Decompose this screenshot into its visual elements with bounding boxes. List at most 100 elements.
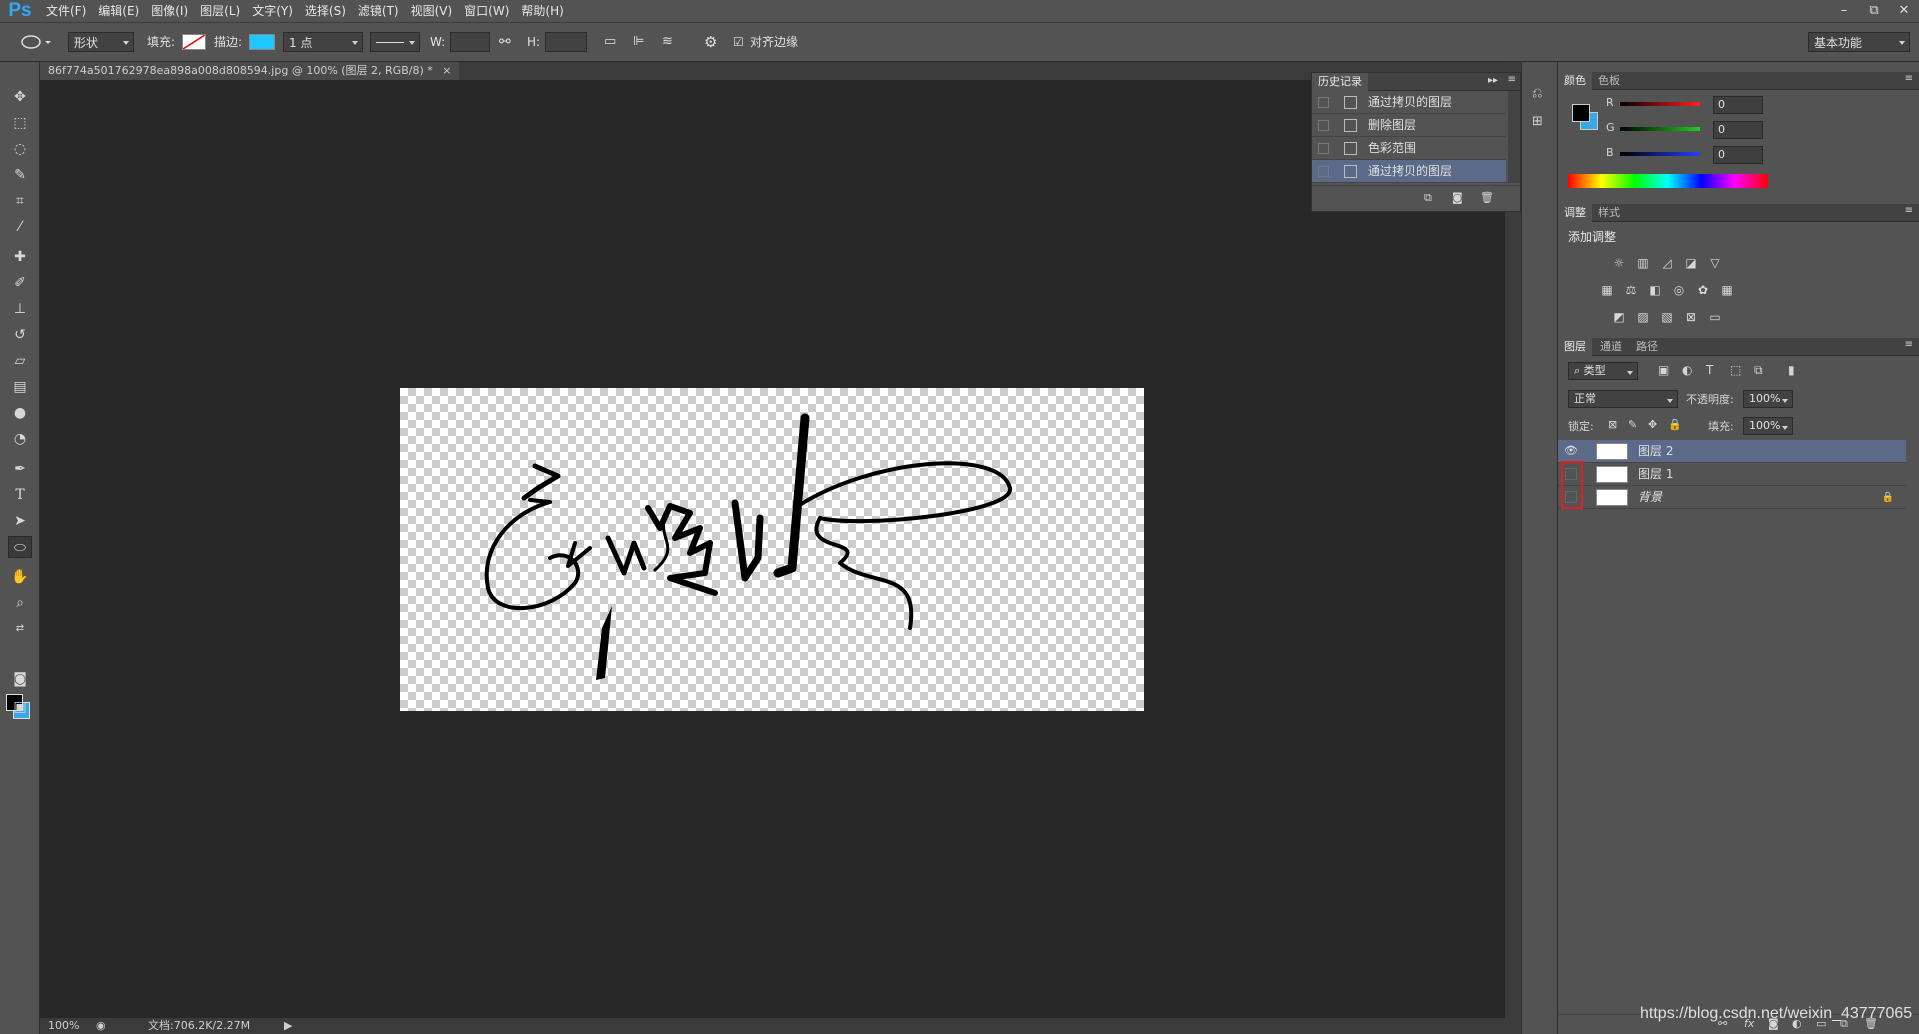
document-tab[interactable]: 86f774a501762978ea898a008d808594.jpg @ 1… xyxy=(40,62,460,80)
history-item[interactable]: 通过拷贝的图层 xyxy=(1312,160,1506,183)
tab-swatches[interactable]: 色板 xyxy=(1592,72,1626,90)
restore-button[interactable]: ⧉ xyxy=(1859,0,1889,22)
vibrance-icon[interactable]: ▽ xyxy=(1706,256,1724,270)
history-item[interactable]: 通过拷贝的图层 xyxy=(1312,91,1506,114)
lock-position-icon[interactable]: ✥ xyxy=(1648,418,1657,431)
history-snapshot-checkbox[interactable] xyxy=(1318,166,1329,177)
properties-panel-icon[interactable]: ⊞ xyxy=(1532,114,1543,129)
channel-b-slider[interactable] xyxy=(1620,152,1700,156)
tab-paths[interactable]: 路径 xyxy=(1630,338,1664,356)
filter-type-icon[interactable]: T xyxy=(1706,363,1713,377)
lasso-tool-icon[interactable]: ◌ xyxy=(8,138,32,160)
menu-layer[interactable]: 图层(L) xyxy=(194,0,246,22)
hand-tool-icon[interactable]: ✋ xyxy=(8,566,32,588)
path-arrangement-icon[interactable]: ≋ xyxy=(662,32,673,52)
filter-shape-icon[interactable]: ⬚ xyxy=(1730,363,1741,377)
link-icon[interactable]: ⚯ xyxy=(499,32,511,52)
channel-r-slider[interactable] xyxy=(1620,102,1700,106)
collapse-icon[interactable]: ▸▸ xyxy=(1488,75,1498,86)
channel-mixer-icon[interactable]: ✿ xyxy=(1694,283,1712,297)
crop-tool-icon[interactable]: ⌗ xyxy=(8,190,32,212)
tab-adjustments[interactable]: 调整 xyxy=(1558,204,1592,222)
gradient-map-icon[interactable]: ▭ xyxy=(1706,310,1724,324)
tab-color[interactable]: 颜色 xyxy=(1558,72,1592,90)
history-snapshot-checkbox[interactable] xyxy=(1318,120,1329,131)
photo-filter-icon[interactable]: ◎ xyxy=(1670,283,1688,297)
tab-history[interactable]: 历史记录 xyxy=(1312,73,1368,91)
close-tab-icon[interactable]: × xyxy=(442,64,451,77)
fill-swatch[interactable] xyxy=(182,34,206,50)
align-edges-checkbox[interactable]: ☑ xyxy=(733,32,744,52)
lock-all-icon[interactable]: 🔒 xyxy=(1668,418,1682,431)
history-snapshot-checkbox[interactable] xyxy=(1318,143,1329,154)
eyedropper-tool-icon[interactable]: ⁄ xyxy=(8,216,32,238)
status-menu-arrow-icon[interactable]: ▶ xyxy=(284,1018,292,1034)
width-input[interactable] xyxy=(450,32,490,52)
layer-row[interactable]: 👁 图层 2 xyxy=(1558,440,1906,463)
shape-mode-dropdown[interactable]: 形状 xyxy=(68,32,134,52)
foreground-color-swatch[interactable] xyxy=(1572,104,1590,122)
document-canvas[interactable] xyxy=(400,388,1144,711)
color-spectrum-bar[interactable] xyxy=(1568,174,1768,188)
black-white-icon[interactable]: ◧ xyxy=(1646,283,1664,297)
dodge-tool-icon[interactable]: ◔ xyxy=(8,428,32,450)
path-alignment-icon[interactable]: ⊫ xyxy=(633,32,644,52)
panel-menu-icon[interactable]: ≡ xyxy=(1905,205,1913,216)
stroke-width-dropdown[interactable]: 1 点 xyxy=(283,32,363,52)
ellipse-tool-icon[interactable]: ⬭ xyxy=(8,536,32,558)
history-item[interactable]: 色彩范围 xyxy=(1312,137,1506,160)
history-scrollbar[interactable] xyxy=(1508,91,1520,183)
height-input[interactable] xyxy=(545,32,587,52)
panel-menu-icon[interactable]: ≡ xyxy=(1905,339,1913,350)
history-snapshot-checkbox[interactable] xyxy=(1318,97,1329,108)
fill-input[interactable]: 100% xyxy=(1743,417,1793,435)
close-window-button[interactable]: ✕ xyxy=(1889,0,1919,22)
channel-b-value[interactable]: 0 xyxy=(1713,146,1763,164)
screen-mode-icon[interactable]: ▣ xyxy=(8,696,32,718)
panel-menu-icon[interactable]: ≡ xyxy=(1508,74,1516,85)
hue-saturation-icon[interactable]: ▦ xyxy=(1598,283,1616,297)
menu-image[interactable]: 图像(I) xyxy=(145,0,194,22)
lock-transparency-icon[interactable]: ⊠ xyxy=(1608,418,1617,431)
threshold-icon[interactable]: ▧ xyxy=(1658,310,1676,324)
color-balance-icon[interactable]: ⚖ xyxy=(1622,283,1640,297)
camera-icon[interactable]: ◙ xyxy=(1452,191,1463,204)
workspace-dropdown[interactable]: 基本功能 xyxy=(1808,32,1910,52)
stroke-swatch[interactable] xyxy=(249,34,275,50)
swap-colors-icon[interactable]: ⇄ xyxy=(8,618,32,640)
eraser-tool-icon[interactable]: ▱ xyxy=(8,350,32,372)
move-tool-icon[interactable]: ✥ xyxy=(8,86,32,108)
gear-icon[interactable]: ⚙ xyxy=(704,32,717,52)
ellipse-tool-preset-icon[interactable] xyxy=(18,32,52,52)
gradient-tool-icon[interactable]: ▤ xyxy=(8,376,32,398)
blend-mode-dropdown[interactable]: 正常 xyxy=(1568,390,1678,408)
channel-g-slider[interactable] xyxy=(1620,127,1700,131)
path-operations-icon[interactable]: ▭ xyxy=(604,32,616,52)
history-brush-tool-icon[interactable]: ↺ xyxy=(8,324,32,346)
channel-g-value[interactable]: 0 xyxy=(1713,121,1763,139)
eye-icon[interactable]: 👁 xyxy=(1564,444,1578,458)
tab-styles[interactable]: 样式 xyxy=(1592,204,1626,222)
trash-icon[interactable]: 🗑 xyxy=(1480,191,1494,204)
menu-help[interactable]: 帮助(H) xyxy=(515,0,569,22)
layer-row[interactable]: 图层 1 xyxy=(1558,463,1906,486)
curves-icon[interactable]: ◿ xyxy=(1658,256,1676,270)
marquee-tool-icon[interactable]: ⬚ xyxy=(8,112,32,134)
stroke-type-dropdown[interactable] xyxy=(370,32,420,52)
color-lookup-icon[interactable]: ▦ xyxy=(1718,283,1736,297)
invert-icon[interactable]: ◩ xyxy=(1610,310,1628,324)
tab-layers[interactable]: 图层 xyxy=(1558,338,1592,356)
history-panel-icon[interactable]: ⎌ xyxy=(1532,86,1542,101)
menu-select[interactable]: 选择(S) xyxy=(299,0,352,22)
opacity-input[interactable]: 100% xyxy=(1743,390,1793,408)
brush-tool-icon[interactable]: ✐ xyxy=(8,272,32,294)
menu-edit[interactable]: 编辑(E) xyxy=(92,0,145,22)
history-item[interactable]: 删除图层 xyxy=(1312,114,1506,137)
posterize-icon[interactable]: ▨ xyxy=(1634,310,1652,324)
tab-channels[interactable]: 通道 xyxy=(1594,338,1628,356)
brightness-contrast-icon[interactable]: ☼ xyxy=(1610,256,1628,270)
filter-smart-object-icon[interactable]: ⧉ xyxy=(1754,363,1763,378)
levels-icon[interactable]: ▥ xyxy=(1634,256,1652,270)
panel-menu-icon[interactable]: ≡ xyxy=(1905,73,1913,84)
path-selection-tool-icon[interactable]: ➤ xyxy=(8,510,32,532)
